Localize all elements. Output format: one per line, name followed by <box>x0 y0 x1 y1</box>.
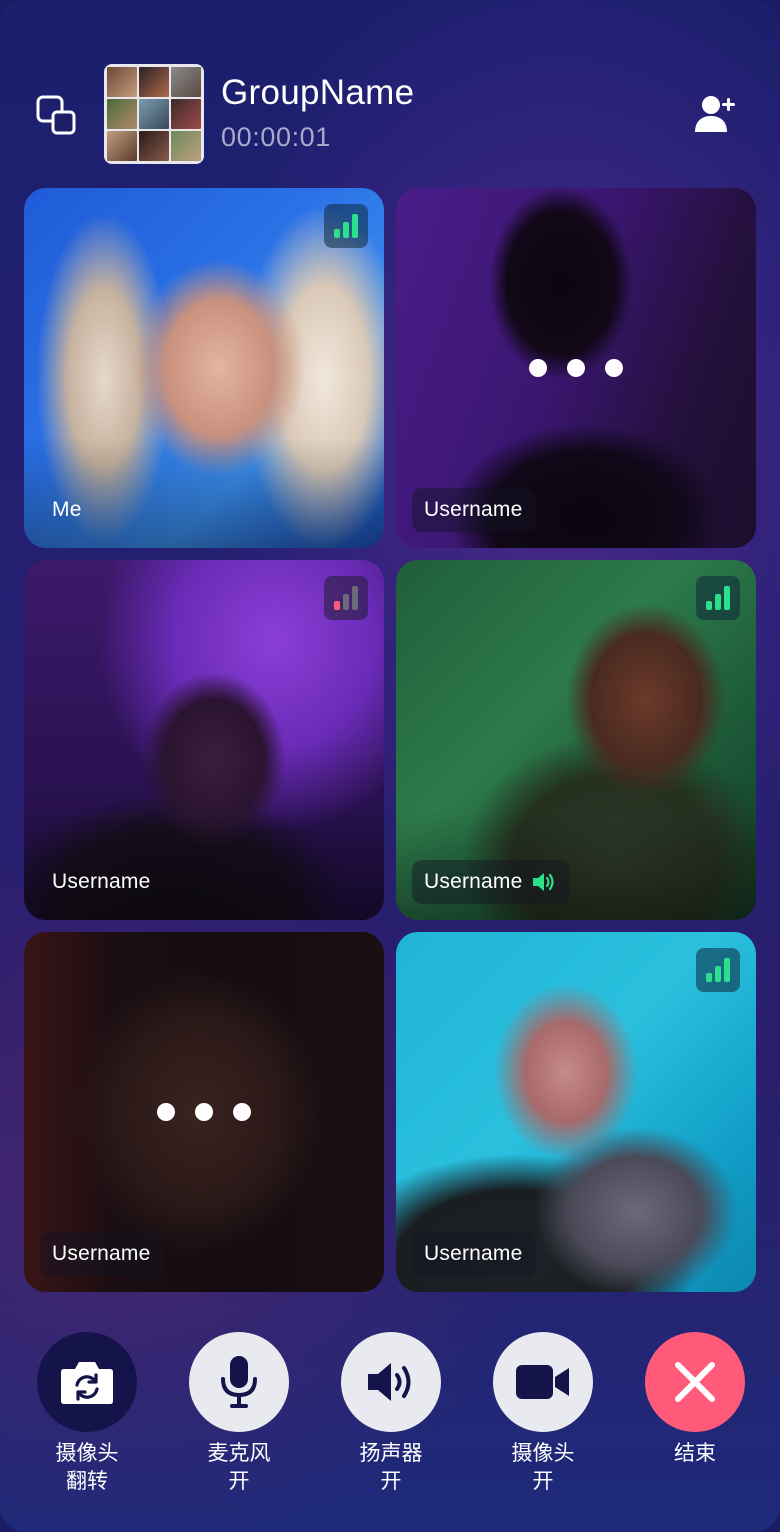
control-label: 摄像头 开 <box>493 1440 593 1496</box>
camera-flip-icon <box>61 1362 113 1404</box>
participant-name: Username <box>52 870 151 893</box>
end-call-button[interactable]: 结束 <box>645 1332 745 1468</box>
camera-circle[interactable] <box>493 1332 593 1432</box>
member-thumbnail <box>171 99 201 129</box>
participant-name: Username <box>52 1242 151 1265</box>
loading-dot <box>529 359 547 377</box>
control-label: 麦克风 开 <box>189 1440 289 1496</box>
add-member-icon[interactable] <box>694 94 738 134</box>
control-label-line: 结束 <box>674 1442 716 1465</box>
loading-dot <box>195 1103 213 1121</box>
speaker-icon <box>368 1363 411 1401</box>
signal-strength-indicator[interactable] <box>696 576 740 620</box>
loading-dot <box>567 359 585 377</box>
participant-name-tag: Username <box>52 860 150 904</box>
video-tile-me[interactable]: Me <box>24 188 384 548</box>
member-thumbnail <box>139 99 169 129</box>
signal-strong-icon <box>706 586 730 610</box>
member-thumbnail <box>139 67 169 97</box>
control-label-line: 扬声器 <box>359 1442 423 1465</box>
connecting-indicator <box>529 359 623 377</box>
video-tile-participant[interactable]: Username <box>396 188 756 548</box>
minimize-window-icon[interactable] <box>36 95 76 135</box>
speaking-icon <box>533 873 555 891</box>
member-thumbnail <box>107 99 137 129</box>
control-label-line: 摄像头 <box>511 1442 575 1465</box>
microphone-toggle-button[interactable]: 麦克风 开 <box>189 1332 289 1496</box>
participant-name: Username <box>424 498 523 521</box>
speaker-toggle-button[interactable]: 扬声器 开 <box>341 1332 441 1496</box>
video-tile-participant[interactable]: Username <box>396 932 756 1292</box>
signal-strength-indicator[interactable] <box>324 576 368 620</box>
speaker-circle[interactable] <box>341 1332 441 1432</box>
group-avatar[interactable] <box>104 64 204 164</box>
microphone-circle[interactable] <box>189 1332 289 1432</box>
member-thumbnail <box>171 67 201 97</box>
control-label-line: 摄像头 <box>55 1442 119 1465</box>
group-name: GroupName <box>221 73 415 112</box>
control-label: 结束 <box>645 1440 745 1468</box>
participant-name-tag: Username <box>412 1232 537 1276</box>
member-thumbnail <box>107 131 137 161</box>
control-label-line: 开 <box>228 1470 250 1493</box>
control-label-line: 开 <box>380 1470 402 1493</box>
participant-name-tag: Username <box>412 488 537 532</box>
control-label: 摄像头 翻转 <box>37 1440 137 1496</box>
signal-weak-icon <box>334 586 358 610</box>
loading-dot <box>157 1103 175 1121</box>
flip-camera-circle[interactable] <box>37 1332 137 1432</box>
flip-camera-button[interactable]: 摄像头 翻转 <box>37 1332 137 1496</box>
member-thumbnail <box>107 67 137 97</box>
control-label-line: 麦克风 <box>207 1442 271 1465</box>
participant-name: Me <box>52 498 82 521</box>
signal-strength-indicator[interactable] <box>324 204 368 248</box>
control-label-line: 开 <box>532 1470 554 1493</box>
video-camera-icon <box>516 1365 569 1399</box>
signal-strong-icon <box>706 958 730 982</box>
participant-name: Username <box>424 1242 523 1265</box>
close-icon <box>675 1362 715 1402</box>
end-call-circle[interactable] <box>645 1332 745 1432</box>
signal-strong-icon <box>334 214 358 238</box>
video-tile-participant[interactable]: Username <box>24 932 384 1292</box>
camera-toggle-button[interactable]: 摄像头 开 <box>493 1332 593 1496</box>
participant-name-tag: Username <box>412 860 571 904</box>
participant-name: Username <box>424 870 523 893</box>
video-tile-participant[interactable]: Username <box>24 560 384 920</box>
member-thumbnail <box>171 131 201 161</box>
participant-name-tag: Username <box>40 1232 165 1276</box>
call-screen: GroupName 00:00:01 Me Username Username … <box>0 0 780 1532</box>
participant-name-tag: Me <box>52 488 82 532</box>
control-label: 扬声器 开 <box>341 1440 441 1496</box>
microphone-icon <box>221 1356 257 1408</box>
connecting-indicator <box>157 1103 251 1121</box>
video-tile-participant[interactable]: Username <box>396 560 756 920</box>
call-timer: 00:00:01 <box>221 122 331 152</box>
control-label-line: 翻转 <box>66 1470 108 1493</box>
member-thumbnail <box>139 131 169 161</box>
signal-strength-indicator[interactable] <box>696 948 740 992</box>
loading-dot <box>605 359 623 377</box>
loading-dot <box>233 1103 251 1121</box>
